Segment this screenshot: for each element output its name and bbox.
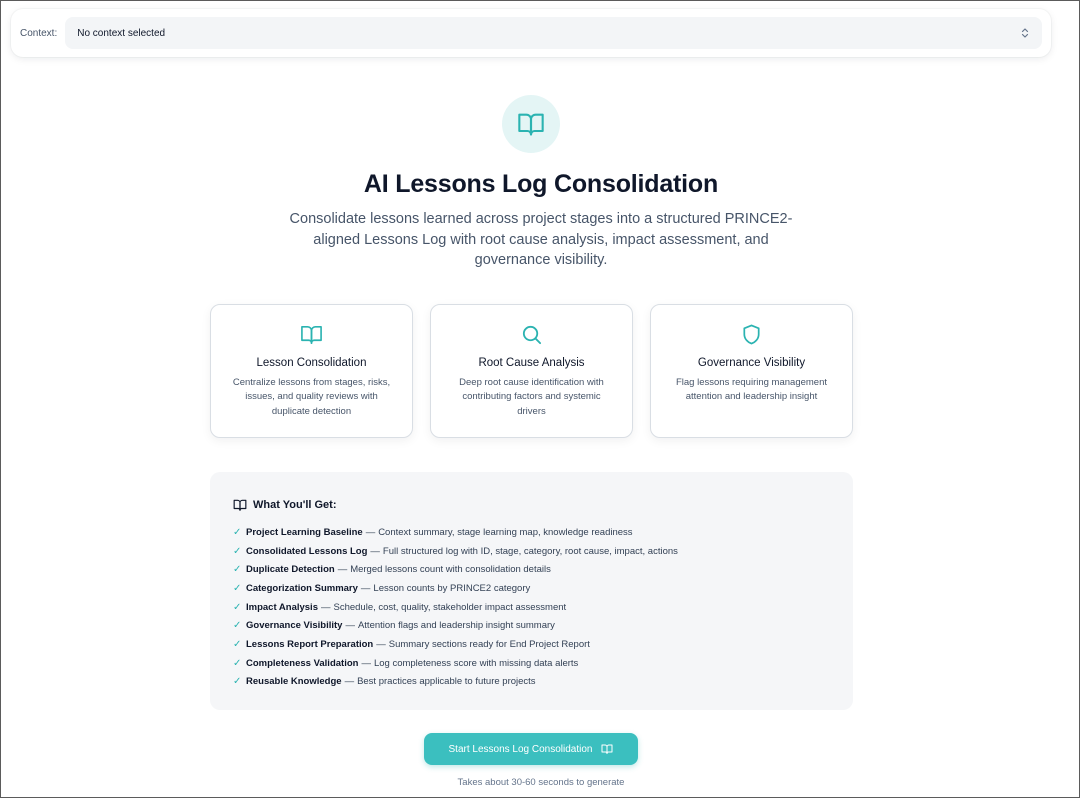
benefit-name: Categorization Summary (246, 582, 358, 594)
start-consolidation-button[interactable]: Start Lessons Log Consolidation (424, 733, 638, 765)
feature-description: Deep root cause identification with cont… (459, 377, 604, 417)
check-icon: ✓ (233, 601, 242, 613)
check-icon: ✓ (233, 676, 242, 688)
benefit-separator: — (337, 564, 348, 576)
check-icon: ✓ (233, 620, 242, 632)
benefit-separator: — (361, 657, 371, 669)
page-title: AI Lessons Log Consolidation (363, 170, 719, 198)
benefits-heading: What You'll Get: (233, 498, 853, 512)
check-icon: ✓ (233, 657, 242, 669)
feature-title: Root Cause Analysis (478, 357, 585, 369)
generation-time-note: Takes about 30-60 seconds to generate (457, 777, 625, 788)
hero-icon-circle (502, 95, 560, 153)
benefit-item: ✓ Lessons Report Preparation — Summary sect… (233, 635, 853, 654)
check-icon: ✓ (233, 545, 242, 557)
benefit-separator: — (376, 638, 386, 650)
book-open-icon (518, 113, 544, 136)
benefits-panel: What You'll Get: ✓ Project Learning Basel… (210, 472, 853, 710)
benefit-text: Merged lessons count with consolidation … (350, 564, 551, 576)
page-subtitle: Consolidate lessons learned across proje… (289, 211, 793, 268)
benefit-name: Reusable Knowledge (246, 676, 342, 688)
benefit-item: ✓ Reusable Knowledge — Best practices appli… (233, 673, 853, 692)
check-icon: ✓ (233, 526, 242, 538)
check-icon: ✓ (233, 564, 242, 576)
benefit-item: ✓ Governance Visibility — Attention flags a… (233, 616, 853, 635)
start-consolidation-label: Start Lessons Log Consolidation (448, 743, 593, 755)
app-frame: Context: No context selected AI Lessons … (0, 0, 1080, 798)
feature-title: Lesson Consolidation (256, 357, 367, 369)
benefit-separator: — (320, 601, 331, 613)
book-open-icon (233, 499, 247, 511)
benefit-item: ✓ Categorization Summary — Lesson counts by… (233, 579, 853, 598)
check-icon: ✓ (233, 582, 242, 594)
benefit-item: ✓ Consolidated Lessons Log — Full structure… (233, 542, 853, 561)
feature-card-root-cause-analysis: Root Cause Analysis Deep root cause iden… (430, 304, 633, 438)
benefit-item: ✓ Completeness Validation — Log completenes… (233, 654, 853, 673)
context-bar: Context: No context selected (11, 9, 1051, 57)
benefit-list: ✓ Project Learning Baseline — Context summa… (233, 523, 853, 691)
benefit-text: Lesson counts by PRINCE2 category (373, 582, 531, 594)
benefit-text: Schedule, cost, quality, stakeholder imp… (333, 601, 567, 613)
benefit-text: Attention flags and leadership insight s… (357, 620, 555, 632)
context-select[interactable]: No context selected (65, 17, 1042, 49)
benefits-heading-label: What You'll Get: (253, 499, 337, 511)
book-open-icon (301, 325, 322, 344)
context-select-value: No context selected (77, 27, 166, 39)
feature-description: Centralize lessons from stages, risks, i… (232, 377, 391, 417)
feature-card-governance-visibility: Governance Visibility Flag lessons requi… (650, 304, 853, 438)
benefit-separator: — (370, 545, 380, 557)
benefit-separator: — (360, 582, 371, 594)
feature-title: Governance Visibility (697, 357, 806, 369)
feature-description: Flag lessons requiring management attent… (675, 377, 828, 403)
benefit-item: ✓ Project Learning Baseline — Context summa… (233, 523, 853, 542)
benefit-text: Best practices applicable to future proj… (357, 676, 536, 688)
benefit-text: Log completeness score with missing data… (373, 657, 579, 669)
benefit-separator: — (365, 526, 376, 538)
benefit-name: Lessons Report Preparation (246, 638, 374, 650)
feature-card-lesson-consolidation: Lesson Consolidation Centralize lessons … (210, 304, 413, 438)
benefit-item: ✓ Duplicate Detection — Merged lessons coun… (233, 560, 853, 579)
benefit-separator: — (344, 676, 355, 688)
benefit-name: Project Learning Baseline (246, 526, 363, 538)
benefit-item: ✓ Impact Analysis — Schedule, cost, quality… (233, 598, 853, 617)
chevron-up-down-icon (1021, 28, 1029, 38)
benefit-name: Duplicate Detection (246, 564, 335, 576)
benefit-separator: — (345, 620, 355, 632)
context-label: Context: (20, 27, 58, 39)
benefit-text: Summary sections ready for End Project R… (388, 638, 590, 650)
benefit-text: Context summary, stage learning map, kno… (378, 526, 633, 538)
check-icon: ✓ (233, 638, 242, 650)
search-icon (522, 325, 542, 344)
benefit-name: Impact Analysis (246, 601, 318, 613)
benefit-name: Completeness Validation (246, 657, 359, 669)
book-open-icon (601, 744, 613, 754)
shield-icon (743, 324, 760, 344)
benefit-name: Consolidated Lessons Log (246, 545, 368, 557)
benefit-name: Governance Visibility (246, 620, 343, 632)
benefit-text: Full structured log with ID, stage, cate… (382, 545, 678, 557)
